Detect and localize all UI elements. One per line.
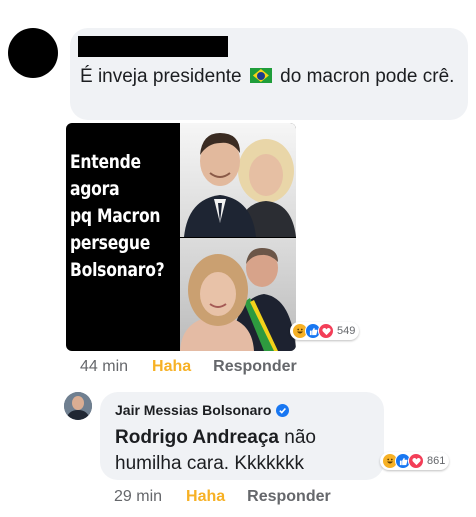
reply-time: 29 min [114, 488, 163, 505]
mentioned-user[interactable]: Rodrigo Andreaça [115, 427, 279, 448]
reply-actions: 29 min Haha Responder [114, 488, 331, 506]
reply-text: Rodrigo Andreaça não humilha cara. Kkkkk… [115, 425, 375, 477]
comment-text-part-1: É inveja presidente [80, 66, 242, 87]
reply-author-avatar[interactable] [64, 392, 92, 420]
reply-button[interactable]: Responder [213, 358, 297, 376]
love-reaction-icon [318, 323, 334, 339]
comment-time: 44 min [80, 358, 129, 375]
brazil-flag-icon [249, 68, 272, 83]
comment-reactions-summary[interactable]: 549 [290, 322, 360, 340]
reply-button[interactable]: Responder [247, 488, 331, 506]
haha-reaction-button[interactable]: Haha [186, 488, 225, 506]
meme-caption-line: pq Macron [70, 205, 161, 227]
meme-caption-line: Entende [70, 151, 141, 173]
meme-caption-line: agora [70, 178, 120, 200]
meme-image[interactable]: Entende agora pq Macron persegue Bolsona… [66, 123, 296, 351]
reply-author-name[interactable]: Jair Messias Bolsonaro [115, 402, 271, 418]
reply-author: Jair Messias Bolsonaro [115, 402, 290, 418]
meme-caption-line: Bolsonaro? [70, 259, 165, 281]
meme-photo-top [180, 123, 296, 237]
meme-photo-bottom [180, 238, 296, 351]
comment-actions: 44 min Haha Responder [80, 358, 297, 376]
reaction-count: 861 [427, 455, 446, 467]
haha-reaction-button[interactable]: Haha [152, 358, 191, 376]
verified-badge-icon [276, 403, 290, 417]
love-reaction-icon [408, 453, 424, 469]
redacted-commenter-name [78, 36, 228, 57]
reply-reactions-summary[interactable]: 861 [380, 452, 450, 470]
meme-caption: Entende agora pq Macron persegue Bolsona… [70, 149, 165, 284]
reaction-count: 549 [337, 325, 356, 337]
meme-caption-line: persegue [70, 232, 151, 254]
comment-text: É inveja presidente do macron pode crê. [80, 64, 465, 89]
commenter-avatar[interactable] [8, 28, 58, 78]
comment-text-part-2: do macron pode crê. [280, 66, 455, 87]
